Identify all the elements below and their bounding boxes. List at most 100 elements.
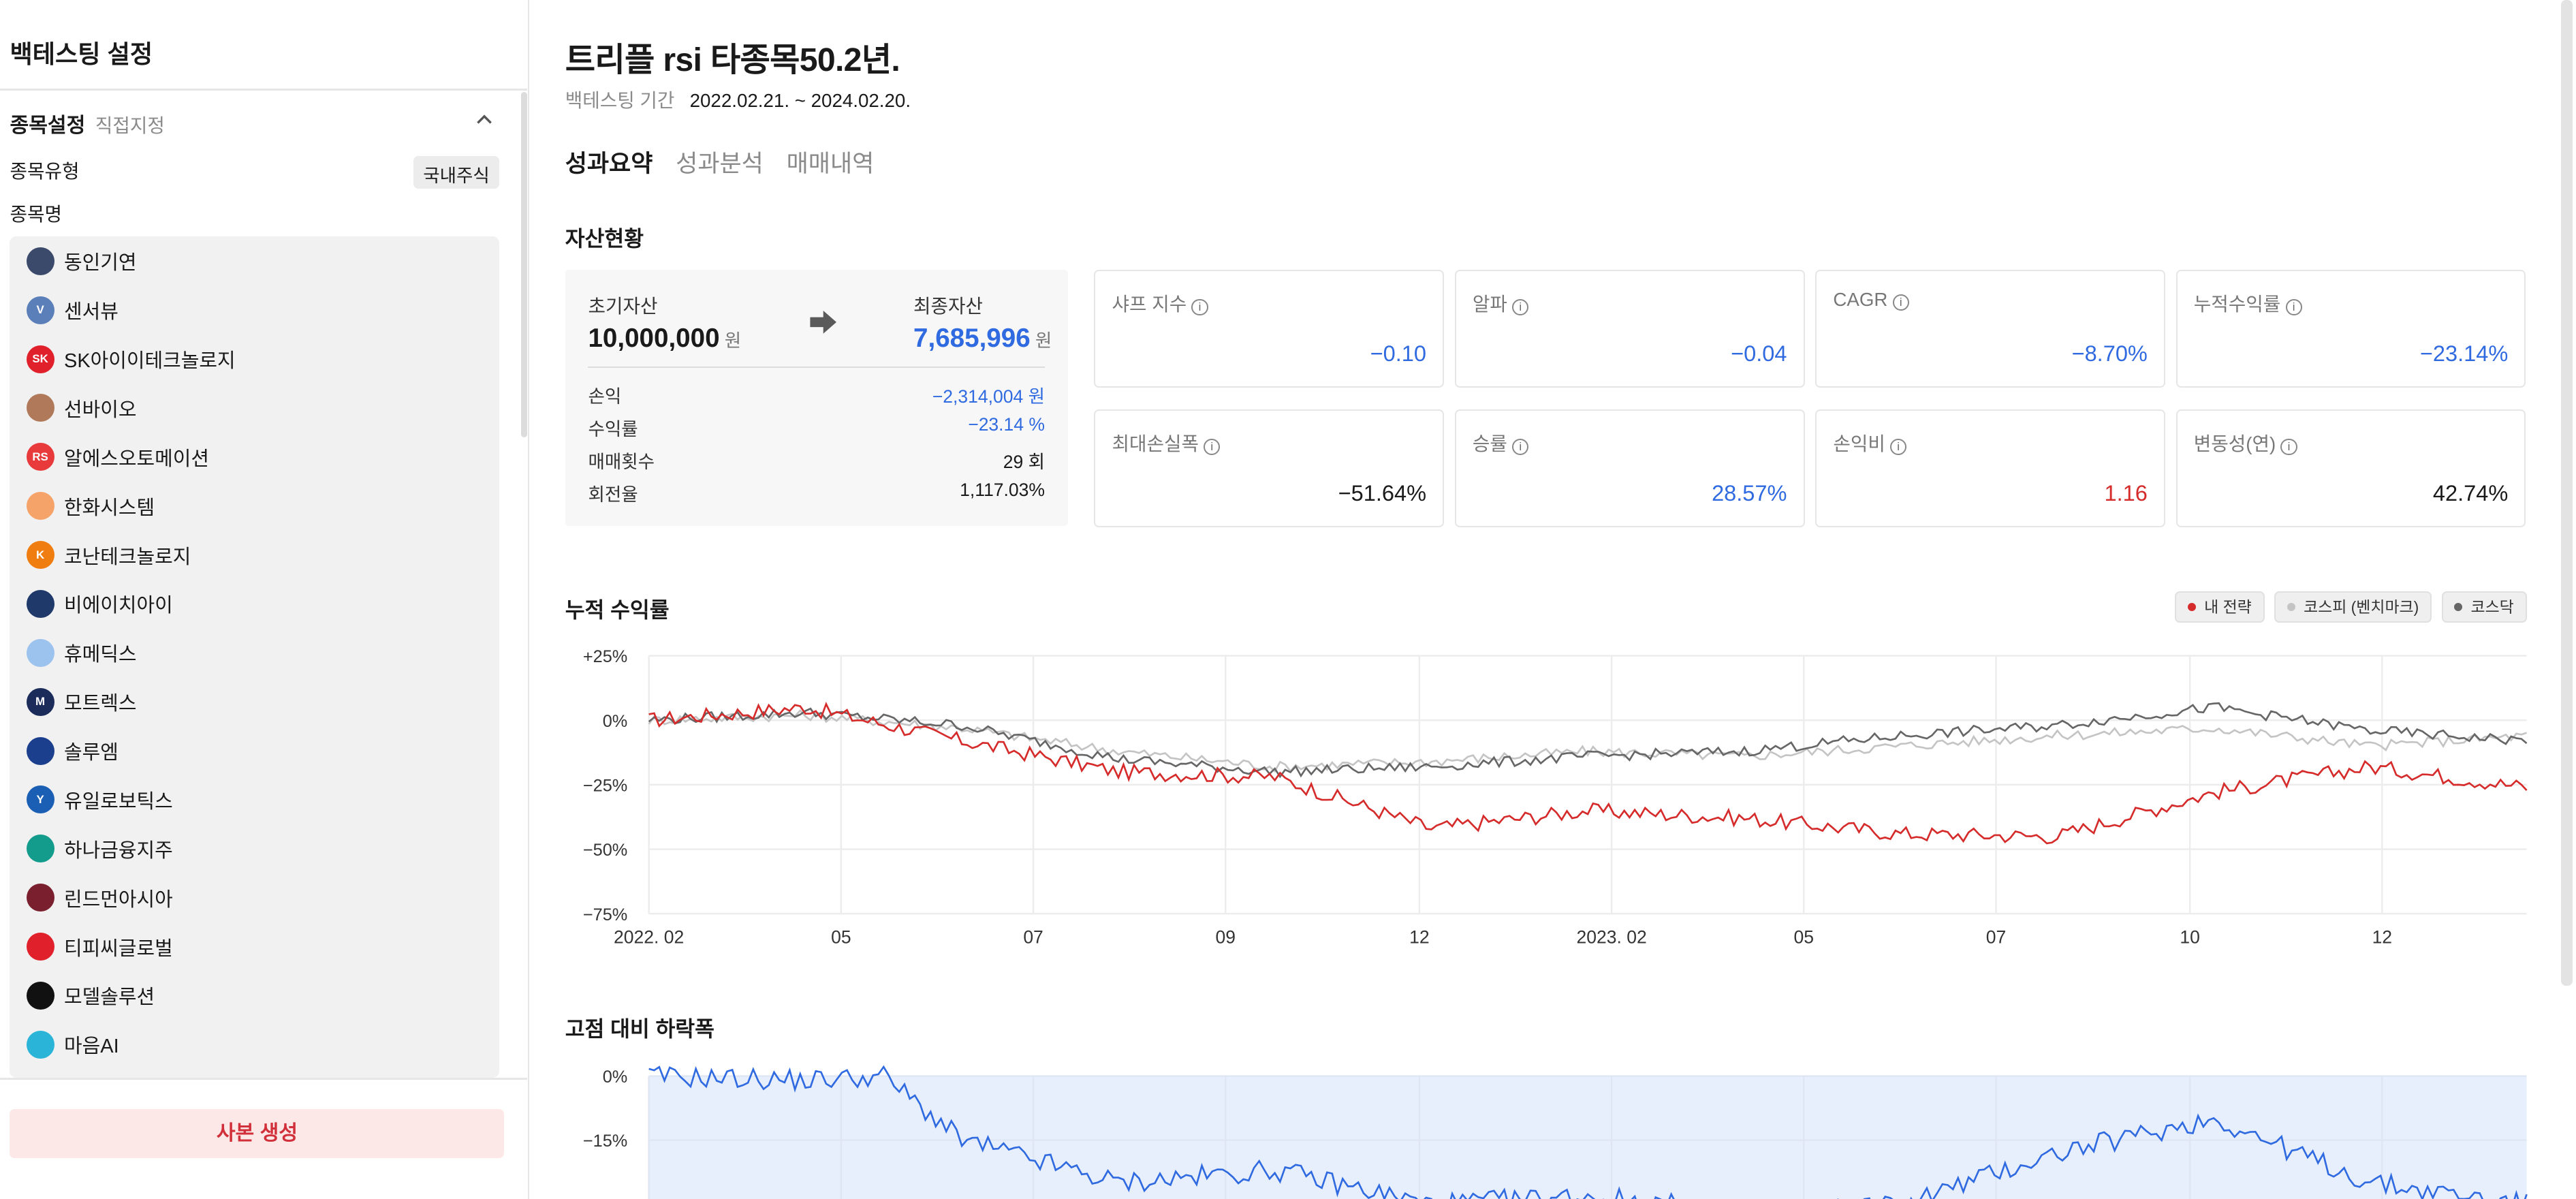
stock-list-item[interactable]: V 센서뷰 — [10, 285, 499, 334]
info-icon[interactable]: i — [1191, 299, 1208, 316]
stock-logo-icon — [26, 247, 54, 275]
legend-item[interactable]: 코스닥 — [2441, 591, 2527, 623]
stock-logo-icon — [26, 589, 54, 618]
create-copy-button[interactable]: 사본 생성 — [10, 1109, 505, 1159]
metric-value: 28.57% — [1712, 481, 1787, 506]
stock-name: 린드먼아시아 — [64, 888, 173, 911]
stock-name: 유일로보틱스 — [64, 790, 173, 813]
stock-list-item[interactable]: 마음AI — [10, 1020, 499, 1069]
stock-list-item[interactable]: 린드먼아시아 — [10, 873, 499, 922]
cumulative-return-chart: +25% 0% −25% −50% −75% 2022. 02 05 07 09 12 2023. … — [583, 647, 2528, 947]
stock-name: 휴메딕스 — [64, 644, 137, 666]
arrow-right-icon — [808, 311, 838, 341]
assets-section-title: 자산현황 — [565, 226, 644, 251]
stock-settings-header[interactable]: 종목설정 직접지정 — [10, 108, 499, 138]
x-tick-label: 12 — [1409, 926, 1430, 947]
final-asset-value: 7,685,996 원 — [913, 324, 1052, 354]
drawdown-area — [648, 1076, 2527, 1199]
stock-list-item[interactable]: 하나금융지주 — [10, 824, 499, 873]
stock-type-row: 종목유형 국내주식 — [10, 156, 500, 189]
stock-list-item[interactable]: K 코난테크놀로지 — [10, 531, 499, 580]
stock-logo-icon — [26, 981, 54, 1010]
legend-label: 내 전략 — [2204, 597, 2252, 616]
stock-name-label: 종목명 — [10, 203, 62, 225]
stock-logo-icon: Y — [26, 785, 54, 814]
stock-list-item[interactable]: 모델솔루션 — [10, 971, 499, 1020]
stock-name: SK아이이테크놀로지 — [64, 350, 236, 372]
asset-detail-label: 회전율 — [588, 484, 638, 505]
metric-card: 승률 i 28.57% — [1454, 409, 1805, 528]
drawdown-title: 고점 대비 하락폭 — [565, 1016, 714, 1041]
initial-asset-value: 10,000,000 원 — [588, 324, 742, 354]
metric-label: 손익비 i — [1833, 429, 1907, 456]
info-icon[interactable]: i — [2285, 299, 2302, 316]
x-tick-label: 05 — [831, 926, 851, 947]
tab-trades[interactable]: 매매내역 — [787, 144, 875, 179]
stock-logo-icon: RS — [26, 443, 54, 471]
stock-name: 마음AI — [64, 1036, 119, 1058]
stock-list: 동인기연 V 센서뷰 SK SK아이이테크놀로지 선바이오 RS 알에스오토메이션 한화시스템 K… — [10, 236, 500, 1078]
stock-list-item[interactable]: Y 유일로보틱스 — [10, 775, 499, 824]
stock-list-item[interactable]: 비에이치아이 — [10, 579, 499, 628]
metric-label-text: 승률 — [1472, 433, 1507, 455]
legend-item[interactable]: 내 전략 — [2175, 591, 2265, 623]
tab-summary[interactable]: 성과요약 — [565, 144, 653, 179]
info-icon[interactable]: i — [1512, 299, 1529, 316]
info-icon[interactable]: i — [2280, 439, 2297, 456]
stock-list-item[interactable]: 동인기연 — [10, 236, 499, 285]
stock-logo-icon — [26, 884, 54, 912]
asset-detail-value: −23.14 % — [968, 414, 1045, 435]
stock-type-chip[interactable]: 국내주식 — [413, 156, 500, 189]
tab-analysis[interactable]: 성과분석 — [676, 144, 764, 179]
stock-logo-icon — [26, 933, 54, 961]
metric-label-text: 알파 — [1472, 294, 1507, 315]
stock-list-item[interactable]: 한화시스템 — [10, 482, 499, 531]
metric-label-text: 손익비 — [1833, 433, 1885, 455]
stock-list-item[interactable]: M 모트렉스 — [10, 677, 499, 726]
asset-detail-value: 29 회 — [1003, 452, 1045, 473]
stock-logo-icon — [26, 1030, 54, 1059]
metric-value: −0.10 — [1370, 341, 1427, 367]
x-tick-label: 12 — [2372, 926, 2393, 947]
stock-logo-icon: SK — [26, 345, 54, 373]
legend-item[interactable]: 코스피 (벤치마크) — [2274, 591, 2432, 623]
stock-logo-icon — [26, 835, 54, 863]
stock-list-item[interactable]: 티피씨글로벌 — [10, 922, 499, 971]
x-tick-label: 05 — [1794, 926, 1815, 947]
metric-label-text: 최대손실폭 — [1112, 433, 1199, 455]
sidebar-scrollbar[interactable] — [520, 92, 528, 437]
stock-list-item[interactable]: RS 알에스오토메이션 — [10, 433, 499, 482]
x-tick-label: 09 — [1216, 926, 1236, 947]
metric-label: 샤프 지수 i — [1112, 289, 1208, 316]
info-icon[interactable]: i — [1892, 294, 1909, 311]
y-tick-label: −50% — [583, 841, 627, 860]
asset-detail-row: 매매횟수 29 회 — [588, 447, 1045, 473]
stock-logo-icon — [26, 736, 54, 765]
page-scrollbar[interactable] — [2561, 0, 2573, 986]
metric-label-text: CAGR — [1833, 289, 1888, 311]
chevron-up-icon[interactable] — [476, 112, 492, 131]
stock-list-item[interactable]: 솔루엠 — [10, 726, 499, 775]
x-tick-label: 2022. 02 — [614, 926, 684, 947]
stock-name: 비에이치아이 — [64, 595, 173, 617]
stock-logo-icon: M — [26, 687, 54, 716]
stock-list-item[interactable]: SK SK아이이테크놀로지 — [10, 334, 499, 384]
metric-value: −0.04 — [1731, 341, 1787, 367]
stock-name: 선바이오 — [64, 399, 137, 421]
metric-card: 알파 i −0.04 — [1454, 269, 1805, 388]
divider — [0, 89, 528, 91]
x-tick-label: 2023. 02 — [1577, 926, 1647, 947]
metric-label: 최대손실폭 i — [1112, 429, 1221, 456]
section-subtitle: 직접지정 — [95, 115, 165, 137]
metric-label: 누적수익률 i — [2194, 289, 2302, 316]
legend-dot-icon — [2188, 603, 2197, 612]
stock-list-item[interactable]: 선바이오 — [10, 384, 499, 433]
info-icon[interactable]: i — [1890, 439, 1907, 456]
asset-detail-value: −2,314,004 원 — [932, 386, 1045, 407]
section-title: 종목설정 — [10, 114, 86, 138]
stock-logo-icon: K — [26, 541, 54, 569]
stock-list-item[interactable]: 휴메딕스 — [10, 628, 499, 677]
info-icon[interactable]: i — [1204, 439, 1221, 456]
y-tick-label: −75% — [583, 905, 627, 924]
info-icon[interactable]: i — [1512, 439, 1529, 456]
